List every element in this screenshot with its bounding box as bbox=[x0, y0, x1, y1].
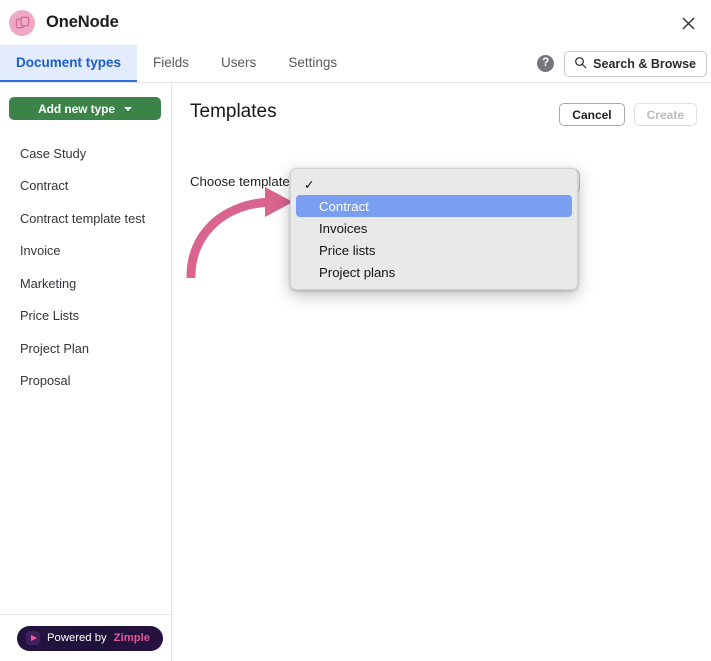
sidebar-item-marketing[interactable]: Marketing bbox=[0, 267, 171, 300]
dropdown-option-empty[interactable]: ✓ bbox=[296, 173, 572, 195]
dropdown-option-label: Invoices bbox=[319, 220, 368, 236]
tab-label: Settings bbox=[288, 55, 338, 70]
dropdown-option-label: Project plans bbox=[319, 264, 396, 280]
sidebar-item-invoice[interactable]: Invoice bbox=[0, 235, 171, 268]
template-dropdown-menu: ✓ Contract Invoices Price lists Project … bbox=[290, 168, 578, 290]
tab-label: Fields bbox=[153, 55, 190, 70]
sidebar-item-label: Case Study bbox=[20, 145, 87, 161]
powered-by-zimple-badge[interactable]: Powered by Zimple bbox=[17, 625, 164, 651]
cancel-button[interactable]: Cancel bbox=[559, 103, 625, 126]
dropdown-option-label: Price lists bbox=[319, 242, 376, 258]
tab-settings[interactable]: Settings bbox=[272, 45, 353, 82]
tab-document-types[interactable]: Document types bbox=[0, 45, 138, 82]
tab-label: Users bbox=[221, 55, 257, 70]
tab-label: Document types bbox=[16, 55, 122, 70]
sidebar: Add new type Case Study Contract Contrac… bbox=[0, 83, 172, 661]
sidebar-item-contract-template-test[interactable]: Contract template test bbox=[0, 202, 171, 235]
onenode-logo-icon bbox=[9, 9, 35, 36]
sidebar-item-label: Project Plan bbox=[20, 340, 89, 356]
add-new-type-button[interactable]: Add new type bbox=[9, 97, 161, 120]
chevron-down-icon bbox=[123, 106, 132, 111]
tab-fields[interactable]: Fields bbox=[137, 45, 205, 82]
search-icon bbox=[574, 56, 587, 72]
create-button: Create bbox=[633, 103, 697, 126]
search-button-label: Search & Browse bbox=[593, 56, 696, 71]
sidebar-item-label: Marketing bbox=[20, 275, 77, 291]
page-title: Templates bbox=[190, 101, 277, 122]
play-triangle-icon bbox=[26, 631, 40, 645]
check-icon: ✓ bbox=[304, 177, 315, 192]
app-window: OneNode Document types Fields Users Sett… bbox=[0, 0, 711, 661]
dropdown-option-contract[interactable]: Contract bbox=[296, 195, 572, 217]
page-actions: Cancel Create bbox=[559, 103, 697, 126]
choose-template-label: Choose template bbox=[190, 174, 290, 189]
sidebar-footer: Powered by Zimple bbox=[0, 614, 171, 661]
title-bar: OneNode bbox=[0, 0, 711, 45]
sidebar-item-price-lists[interactable]: Price Lists bbox=[0, 300, 171, 333]
sidebar-item-label: Contract template test bbox=[20, 210, 146, 226]
add-new-type-label: Add new type bbox=[38, 101, 115, 116]
search-and-browse-button[interactable]: Search & Browse bbox=[564, 50, 707, 77]
tab-bar: Document types Fields Users Settings ? S… bbox=[0, 45, 711, 83]
sidebar-item-project-plan[interactable]: Project Plan bbox=[0, 332, 171, 365]
tab-users[interactable]: Users bbox=[205, 45, 272, 82]
dropdown-option-price-lists[interactable]: Price lists bbox=[296, 239, 572, 261]
dropdown-option-project-plans[interactable]: Project plans bbox=[296, 261, 572, 283]
help-circle-icon[interactable]: ? bbox=[537, 55, 555, 72]
close-icon[interactable] bbox=[673, 8, 703, 38]
app-title: OneNode bbox=[46, 13, 119, 31]
dropdown-option-label: Contract bbox=[319, 198, 369, 214]
sidebar-item-case-study[interactable]: Case Study bbox=[0, 137, 171, 170]
sidebar-item-proposal[interactable]: Proposal bbox=[0, 365, 171, 398]
sidebar-item-label: Proposal bbox=[20, 373, 71, 389]
tab-bar-actions: ? Search & Browse bbox=[537, 45, 711, 82]
dropdown-option-invoices[interactable]: Invoices bbox=[296, 217, 572, 239]
sidebar-item-label: Invoice bbox=[20, 243, 61, 259]
zimple-brand-label: Zimple bbox=[113, 632, 151, 644]
sidebar-item-contract[interactable]: Contract bbox=[0, 170, 171, 203]
document-type-list: Case Study Contract Contract template te… bbox=[0, 137, 171, 397]
sidebar-item-label: Price Lists bbox=[20, 308, 80, 324]
powered-by-label: Powered by bbox=[47, 632, 107, 644]
sidebar-item-label: Contract bbox=[20, 178, 69, 194]
